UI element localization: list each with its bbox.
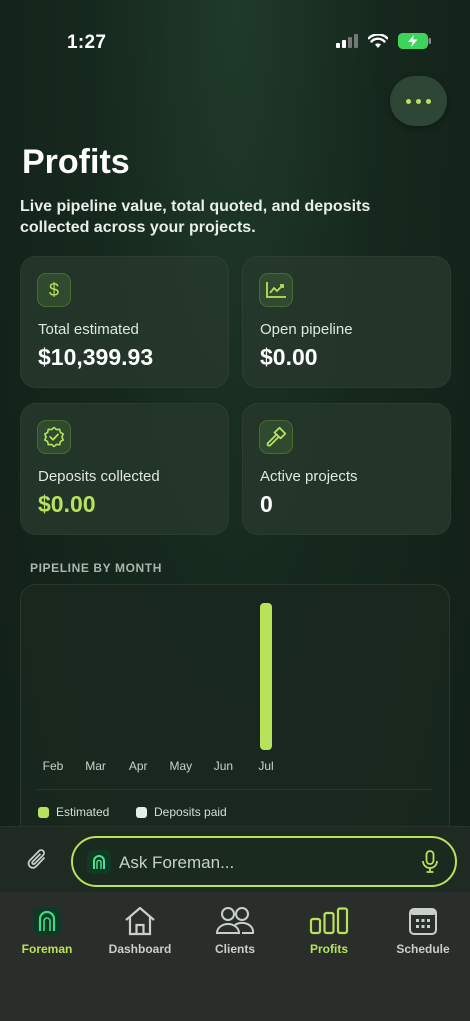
svg-text:$: $ xyxy=(49,280,59,300)
users-icon xyxy=(190,904,280,938)
bar-estimated xyxy=(260,603,272,750)
dollar-icon: $ xyxy=(37,273,71,307)
legend-label: Deposits paid xyxy=(154,805,227,819)
stat-value: $10,399.93 xyxy=(38,344,154,370)
stat-card-open-pipeline: Open pipeline $0.00 xyxy=(242,256,451,388)
status-time: 1:27 xyxy=(67,32,107,53)
x-tick-label: Apr xyxy=(128,759,148,773)
legend-estimated: Estimated xyxy=(38,805,109,819)
legend-swatch-deposits xyxy=(136,806,147,818)
x-tick-label: Jul xyxy=(258,759,274,773)
wifi-icon xyxy=(367,32,389,54)
section-title-pipeline: PIPELINE BY MONTH xyxy=(30,561,162,575)
legend-deposits-paid: Deposits paid xyxy=(136,805,227,819)
x-tick-label: Feb xyxy=(42,759,64,773)
calendar-icon xyxy=(378,904,468,938)
ask-bar: Ask Foreman... xyxy=(0,826,470,892)
x-tick-label: Jun xyxy=(213,759,234,773)
microphone-icon[interactable] xyxy=(421,850,439,879)
ask-foreman-input[interactable]: Ask Foreman... xyxy=(71,836,457,887)
trend-chart-icon xyxy=(259,273,293,307)
tab-foreman[interactable]: Foreman xyxy=(2,904,92,956)
page-title: Profits xyxy=(22,143,130,181)
bar-chart-icon xyxy=(284,904,374,938)
stat-label: Active projects xyxy=(260,468,358,485)
tab-label: Profits xyxy=(309,942,348,956)
bottom-tab-bar: Foreman Dashboard Clients Profits Schedu… xyxy=(0,892,470,1021)
legend-swatch-estimated xyxy=(38,806,49,818)
pipeline-chart-card: Feb Mar Apr May Jun Jul Estimated Deposits pa… xyxy=(20,584,450,844)
stat-value: $0.00 xyxy=(38,491,96,517)
chart-divider xyxy=(37,789,433,790)
ask-placeholder: Ask Foreman... xyxy=(119,853,235,872)
hammer-icon xyxy=(259,420,293,454)
status-bar: 1:27 xyxy=(0,0,470,70)
battery-charging-icon xyxy=(398,33,432,54)
status-icons xyxy=(336,32,432,54)
stat-label: Deposits collected xyxy=(38,468,160,485)
x-tick-label: Mar xyxy=(85,759,106,773)
x-tick-label: May xyxy=(169,759,193,773)
signal-icon xyxy=(336,34,358,53)
tab-label: Foreman xyxy=(21,942,73,956)
stat-card-total-estimated: $ Total estimated $10,399.93 xyxy=(20,256,229,388)
foreman-logo-icon xyxy=(2,904,92,938)
stat-card-deposits-collected: Deposits collected $0.00 xyxy=(20,403,229,535)
stat-value: 0 xyxy=(260,491,273,517)
verified-badge-icon xyxy=(37,420,71,454)
foreman-logo-icon xyxy=(87,850,111,874)
stat-value: $0.00 xyxy=(260,344,318,370)
stat-label: Open pipeline xyxy=(260,321,353,338)
stat-card-active-projects: Active projects 0 xyxy=(242,403,451,535)
home-icon xyxy=(95,904,185,938)
tab-label: Dashboard xyxy=(108,942,172,956)
more-options-button[interactable] xyxy=(390,76,447,126)
tab-clients[interactable]: Clients xyxy=(190,904,280,956)
tab-label: Clients xyxy=(214,942,255,956)
stat-label: Total estimated xyxy=(38,321,139,338)
tab-dashboard[interactable]: Dashboard xyxy=(95,904,185,956)
page-subtitle: Live pipeline value, total quoted, and d… xyxy=(20,198,371,236)
pipeline-bar-chart xyxy=(260,603,272,750)
tab-profits[interactable]: Profits xyxy=(284,904,374,956)
paperclip-icon[interactable] xyxy=(26,847,50,878)
tab-schedule[interactable]: Schedule xyxy=(378,904,468,956)
more-dots-icon xyxy=(406,98,411,104)
legend-label: Estimated xyxy=(56,805,110,819)
tab-label: Schedule xyxy=(396,942,450,956)
